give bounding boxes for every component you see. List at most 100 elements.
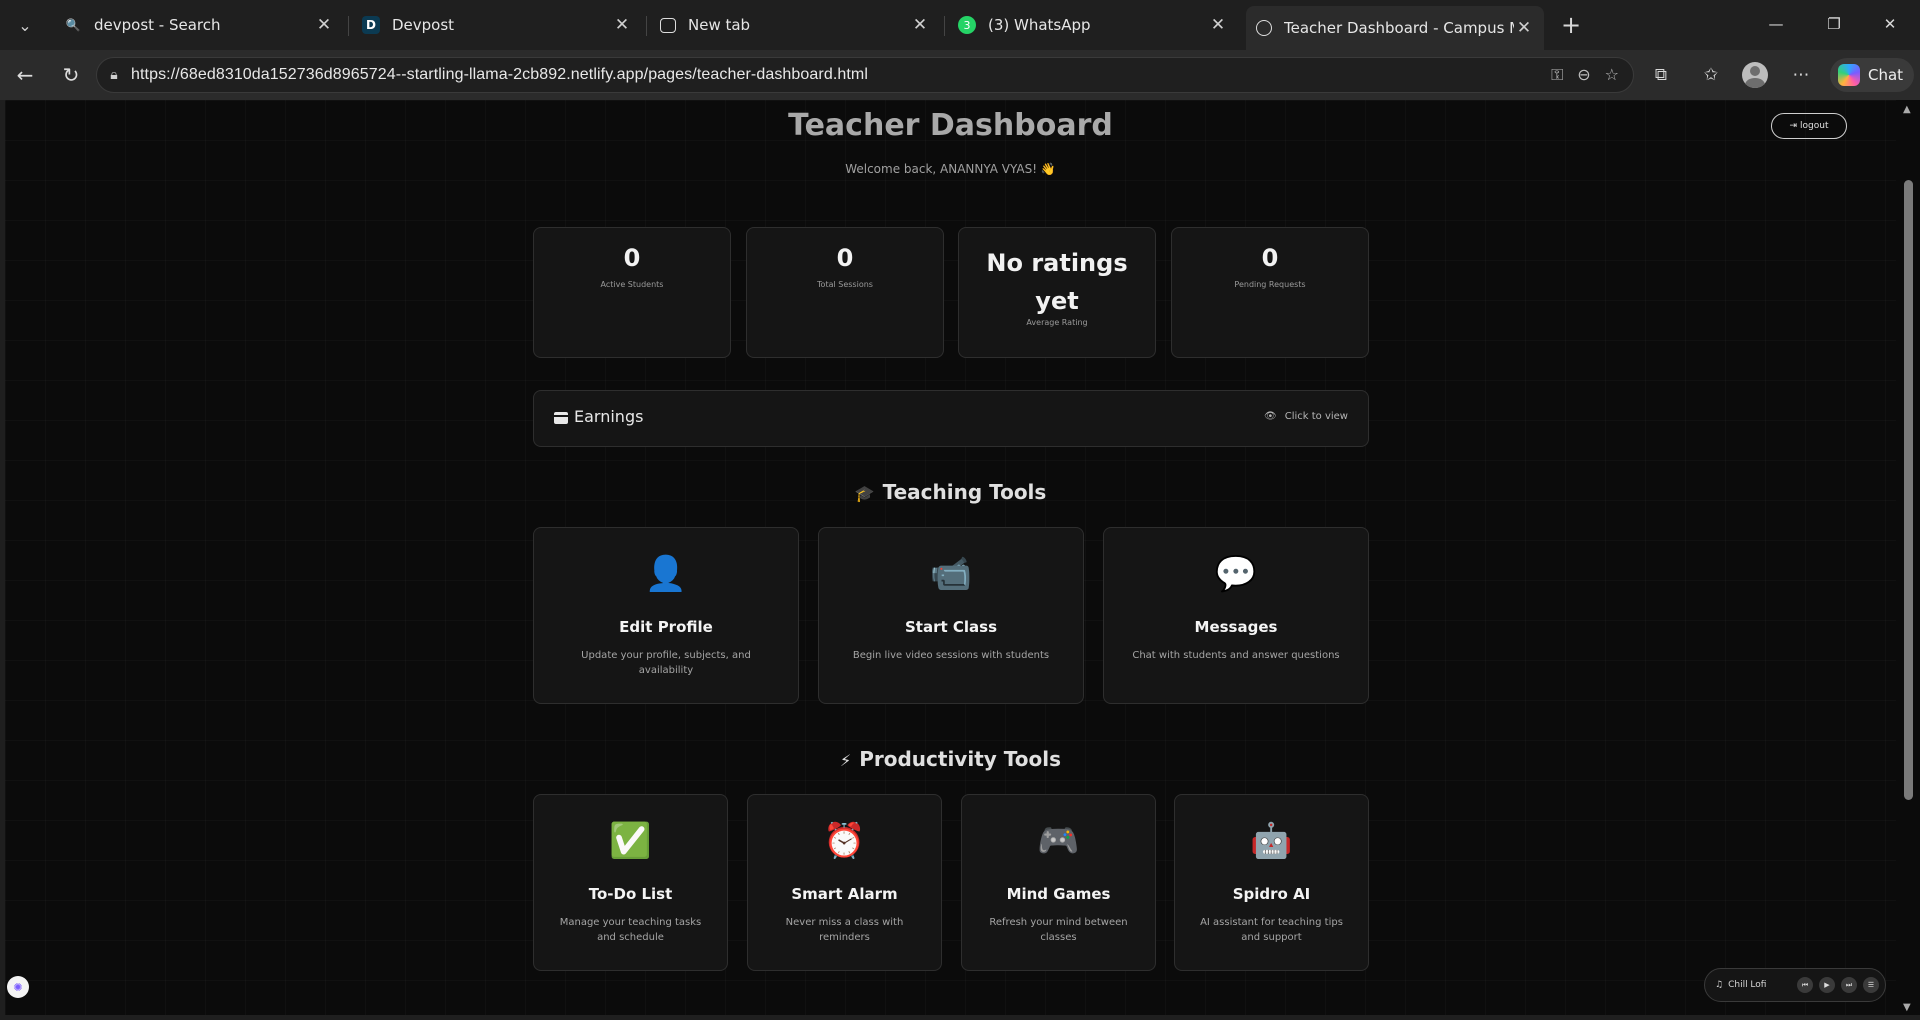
teaching-tools-heading: 🎓 Teaching Tools [5,480,1896,504]
graduation-cap-icon: 🎓 [854,484,875,503]
chevron-down-icon: ⌄ [18,15,32,35]
scrollbar-thumb[interactable] [1904,180,1913,800]
checkmark-icon: ✅ [609,821,652,861]
earnings-panel[interactable]: Earnings 👁 Click to view [533,390,1369,447]
play-button[interactable]: ▶ [1819,977,1835,993]
new-tab-button[interactable]: + [1556,10,1586,40]
tab-devpost[interactable]: D Devpost ✕ [352,6,642,44]
eye-icon: 👁 [1264,411,1277,422]
tool-name: Start Class [904,618,997,636]
favorite-star-icon[interactable]: ☆ [1605,65,1619,85]
tool-card-edit-profile[interactable]: 👤 Edit Profile Update your profile, subj… [533,527,799,704]
site-info-icon[interactable]: 🔒︎ [97,67,131,83]
stat-value: 0 [1261,244,1279,272]
favorites-icon[interactable]: ✩ [1698,63,1724,87]
section-title: Teaching Tools [882,480,1047,504]
close-icon[interactable]: ✕ [1514,18,1534,38]
key-icon[interactable]: ⚿ [1551,65,1563,85]
tool-card-start-class[interactable]: 📹 Start Class Begin live video sessions … [818,527,1084,704]
tab-whatsapp[interactable]: 3 (3) WhatsApp ✕ [948,6,1238,44]
reload-button[interactable]: ↻ [56,61,86,89]
tool-description: Chat with students and answer questions [1132,650,1340,661]
logout-button[interactable]: ⇥ logout [1771,113,1847,139]
whatsapp-icon: 3 [958,16,976,34]
minimize-button[interactable]: — [1756,10,1796,38]
page-viewport: Teacher Dashboard Welcome back, ANANNYA … [5,100,1896,1015]
tab-title: New tab [688,16,751,34]
chat-label: Chat [1868,66,1904,84]
devpost-icon: D [362,16,380,34]
stat-card-average-rating: No ratings yet Average Rating [958,227,1156,358]
back-button[interactable]: ← [10,61,40,89]
video-camera-icon: 📹 [929,554,973,594]
page-scrollbar[interactable]: ▲ ▼ [1896,100,1920,1015]
tool-description: Manage your teaching tasks and schedule [559,917,702,943]
tab-title: devpost - Search [94,16,221,34]
stat-label: Active Students [600,280,664,289]
copilot-chat-button[interactable]: Chat [1830,58,1914,92]
tool-card-smart-alarm[interactable]: ⏰ Smart Alarm Never miss a class with re… [747,794,942,971]
speech-bubble-icon: 💬 [1214,554,1258,594]
tool-description: Begin live video sessions with students [852,650,1050,661]
close-icon[interactable]: ✕ [910,15,930,35]
tab-actions-menu[interactable]: ⌄ [6,6,44,44]
welcome-message: Welcome back, ANANNYA VYAS! 👋 [845,162,1056,176]
productivity-tools-heading: ⚡ Productivity Tools [5,747,1896,771]
gamepad-icon: 🎮 [1037,821,1080,861]
url-text[interactable]: https://68ed8310da152736d8965724--startl… [131,66,1551,84]
tool-name: Messages [1194,618,1278,636]
stat-value: No ratings yet [986,249,1128,315]
logout-icon: ⇥ [1789,121,1798,131]
stat-value: 0 [836,244,854,272]
tab-teacher-dashboard[interactable]: Teacher Dashboard - Campus Mentor ✕ [1246,6,1544,50]
tab-title: Teacher Dashboard - Campus Mentor [1284,19,1514,37]
stat-value: 0 [623,244,641,272]
tab-strip: ⌄ 🔍 devpost - Search ✕ D Devpost ✕ New t… [0,0,1920,50]
stat-card-total-sessions: 0 Total Sessions [746,227,944,358]
next-track-button[interactable]: ⏭ [1841,977,1857,993]
click-to-view-label: Click to view [1284,411,1348,422]
globe-icon [1256,20,1272,36]
tool-description: Refresh your mind between classes [989,917,1128,943]
arrow-left-icon: ← [16,63,34,87]
stat-card-pending-requests: 0 Pending Requests [1171,227,1369,358]
close-icon[interactable]: ✕ [1208,15,1228,35]
click-to-view-button[interactable]: 👁 Click to view [1264,411,1348,422]
reload-icon: ↻ [62,63,80,87]
tab-new-tab[interactable]: New tab ✕ [650,6,940,44]
tool-card-spidro-ai[interactable]: 🤖 Spidro AI AI assistant for teaching ti… [1174,794,1369,971]
alarm-clock-icon: ⏰ [823,821,866,861]
tool-card-todo-list[interactable]: ✅ To-Do List Manage your teaching tasks … [533,794,728,971]
tool-description: Update your profile, subjects, and avail… [581,650,751,676]
tab-devpost-search[interactable]: 🔍 devpost - Search ✕ [54,6,344,44]
restore-button[interactable]: ❐ [1814,10,1854,38]
close-window-button[interactable]: ✕ [1870,10,1910,38]
stat-label: Total Sessions [817,280,873,289]
previous-track-button[interactable]: ⏮ [1797,977,1813,993]
address-bar[interactable]: 🔒︎ https://68ed8310da152736d8965724--sta… [96,57,1634,93]
copilot-icon [1838,64,1860,86]
extensions-icon[interactable]: ⧉ [1648,63,1674,87]
tool-name: To-Do List [588,885,673,903]
tool-card-mind-games[interactable]: 🎮 Mind Games Refresh your mind between c… [961,794,1156,971]
scroll-down-icon[interactable]: ▼ [1903,1002,1911,1013]
wallet-icon [554,412,568,424]
music-track-label: Chill Lofi [1728,980,1767,990]
close-icon[interactable]: ✕ [314,15,334,35]
earnings-title: Earnings [574,407,644,426]
close-icon[interactable]: ✕ [612,15,632,35]
scroll-up-icon[interactable]: ▲ [1903,104,1911,115]
minimize-icon: — [1768,15,1784,33]
tool-card-messages[interactable]: 💬 Messages Chat with students and answer… [1103,527,1369,704]
accessibility-widget-icon[interactable]: ✺ [7,976,29,998]
tool-name: Smart Alarm [791,885,898,903]
restore-icon: ❐ [1827,15,1841,33]
zoom-out-icon[interactable]: ⊖ [1577,65,1590,85]
section-title: Productivity Tools [859,747,1061,771]
more-options-icon[interactable]: ⋯ [1788,63,1814,87]
profile-avatar-icon[interactable] [1742,62,1768,88]
music-note-icon: ♫ [1715,980,1724,990]
playlist-button[interactable]: ☰ [1863,977,1879,993]
search-icon: 🔍 [65,18,81,32]
tool-name: Edit Profile [619,618,713,636]
